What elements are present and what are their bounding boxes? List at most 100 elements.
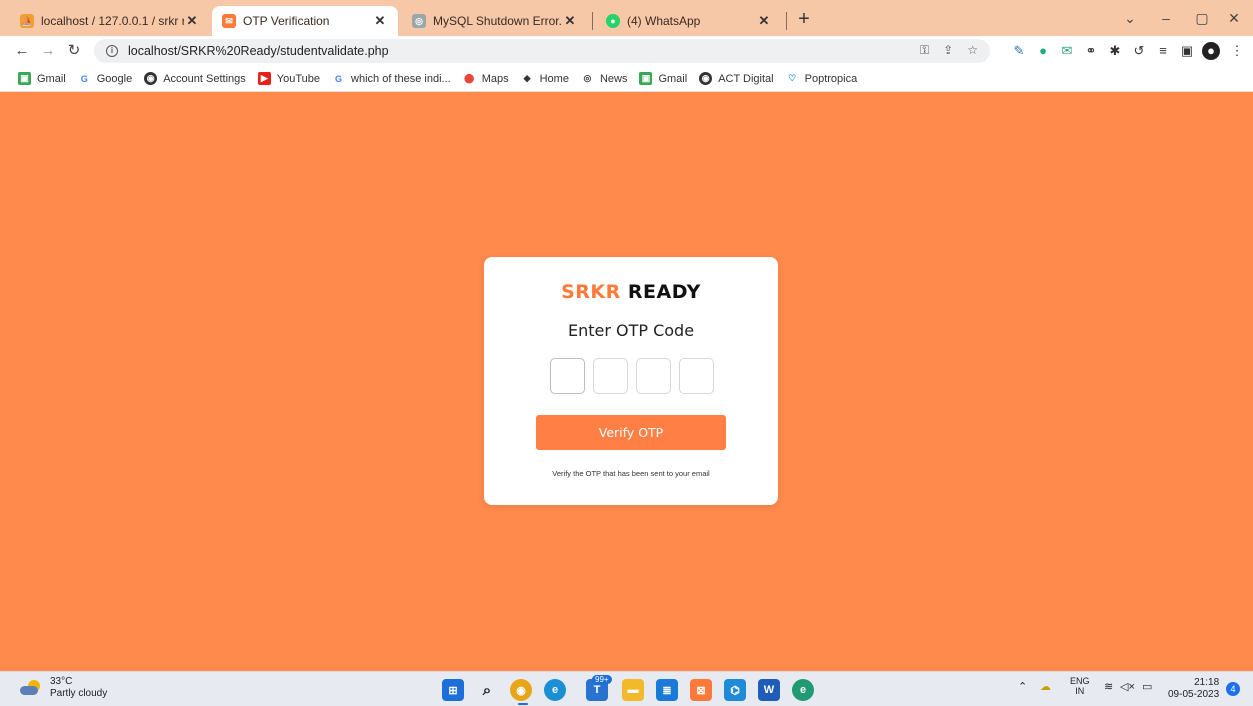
bookmark-gmail[interactable]: ▣ Gmail [18,72,66,85]
otp-digit-3-input[interactable] [636,358,671,394]
reading-list-icon[interactable]: ≡ [1154,42,1172,60]
address-bar[interactable]: i localhost/SRKR%20Ready/studentvalidate… [94,39,990,63]
battery-icon[interactable]: ▭ [1142,680,1152,693]
file-explorer-icon[interactable]: ▬ [622,679,644,701]
search-icon[interactable]: ⌕ [476,679,498,701]
phpmyadmin-icon: ⛵ [20,14,34,28]
tab-title: (4) WhatsApp [627,14,701,28]
bookmark-act-digital[interactable]: ◉ ACT Digital [699,72,774,85]
weather-widget[interactable]: 33°C Partly cloudy [20,676,107,700]
key-icon[interactable]: ⚿ [920,43,929,58]
close-icon[interactable]: ✕ [756,13,772,29]
tab-divider [592,12,593,30]
language-indicator[interactable]: ENG IN [1070,676,1090,696]
globe-icon: ◉ [144,72,158,85]
onedrive-icon[interactable]: ☁ [1040,680,1051,693]
vscode-icon[interactable]: ⌬ [724,679,746,701]
helper-text: Verify the OTP that has been sent to you… [552,469,710,478]
bookmark-gmail-2[interactable]: ▣ Gmail [639,72,687,85]
volume-mute-icon[interactable]: ◁× [1120,680,1135,693]
otp-input-group [550,358,714,394]
windows-taskbar: 33°C Partly cloudy ⊞ ⌕ ◉ e T 99+ ▬ ≣ ⊠ ⌬… [0,671,1253,706]
tab-divider [786,12,787,30]
reload-button[interactable]: ↻ [62,39,86,63]
chrome-icon[interactable]: ◉ [510,679,532,701]
bookmark-google[interactable]: G Google [78,72,133,85]
tab-mysql-error[interactable]: ◎ MySQL Shutdown Error. ✕ [402,6,588,36]
minimize-button[interactable]: – [1148,6,1184,30]
otp-digit-4-input[interactable] [679,358,714,394]
tab-title: MySQL Shutdown Error. [433,14,562,28]
extension-grammarly-icon[interactable]: ● [1034,42,1052,60]
youtube-icon: ▶ [257,72,271,85]
verify-otp-button[interactable]: Verify OTP [536,415,726,450]
brand-part2: READY [627,281,701,303]
edge-icon[interactable]: e [544,679,566,701]
otp-digit-2-input[interactable] [593,358,628,394]
tab-otp-verification[interactable]: ✉ OTP Verification ✕ [212,6,398,36]
site-info-icon[interactable]: i [106,45,118,57]
bookmark-poptropica[interactable]: ♡ Poptropica [786,72,857,85]
forward-button[interactable]: → [36,39,60,63]
google-icon: G [335,73,343,84]
poptropica-icon: ♡ [788,73,797,83]
tab-search-icon[interactable]: ⌄ [1112,6,1148,30]
menu-kebab-icon[interactable]: ⋮ [1228,42,1246,60]
clock-date: 09-05-2023 [1168,689,1220,700]
bookmark-star-icon[interactable]: ☆ [967,43,978,58]
side-panel-icon[interactable]: ▣ [1178,42,1196,60]
home-icon: ◆ [523,73,531,83]
close-icon[interactable]: ✕ [184,13,200,29]
news-icon: ◎ [583,73,592,83]
partly-cloudy-icon [20,680,42,696]
bookmark-maps[interactable]: ⬤ Maps [463,72,508,85]
notification-badge: 99+ [592,675,612,684]
brand-logo: SRKR READY [484,281,778,303]
extensions-puzzle-icon[interactable]: ✱ [1106,42,1124,60]
bookmarks-bar: ▣ Gmail G Google ◉ Account Settings ▶ YouTub… [0,66,1253,92]
page-title: Enter OTP Code [567,321,695,340]
back-button[interactable]: ← [10,39,34,63]
notepad-icon[interactable]: ≣ [656,679,678,701]
share-icon[interactable]: ⇪ [943,43,953,58]
extension-pen-icon[interactable]: ✎ [1010,42,1028,60]
new-tab-button[interactable]: + [792,8,816,32]
wifi-icon[interactable]: ≋ [1104,680,1113,693]
windows-start-icon[interactable]: ⊞ [442,679,464,701]
word-icon[interactable]: W [758,679,780,701]
xampp-icon[interactable]: ⊠ [690,679,712,701]
omnibox-actions: ⚿ ⇪ ☆ [920,43,978,58]
otp-digit-1-input[interactable] [550,358,585,394]
google-icon: G [80,73,88,84]
active-app-indicator [518,703,528,705]
restore-button[interactable]: ▢ [1184,6,1220,30]
bookmark-home[interactable]: ◆ Home [521,72,569,85]
bookmark-account-settings[interactable]: ◉ Account Settings [144,72,246,85]
close-window-button[interactable]: ✕ [1216,6,1252,30]
tab-title: localhost / 127.0.0.1 / srkr ready [41,14,184,28]
tab-phpmyadmin[interactable]: ⛵ localhost / 127.0.0.1 / srkr ready ✕ [10,6,210,36]
gmail-icon: ▣ [639,72,653,85]
tab-title: OTP Verification [243,14,330,28]
extension-link-icon[interactable]: ⚭ [1082,42,1100,60]
extension-refresh-icon[interactable]: ↺ [1130,42,1148,60]
edge-dev-icon[interactable]: e [792,679,814,701]
url-text[interactable]: localhost/SRKR%20Ready/studentvalidate.p… [128,44,389,58]
notification-count-badge[interactable]: 4 [1226,682,1240,696]
brand-part1: SRKR [561,281,621,303]
weather-condition: Partly cloudy [50,688,108,699]
show-hidden-icons-icon[interactable]: ⌃ [1018,680,1027,693]
tab-whatsapp[interactable]: ● (4) WhatsApp ✕ [596,6,782,36]
browser-tab-strip: ⛵ localhost / 127.0.0.1 / srkr ready ✕ ✉… [0,0,1253,36]
extension-mail-icon[interactable]: ✉ [1058,42,1076,60]
system-clock[interactable]: 21:18 09-05-2023 [1168,677,1219,701]
bookmark-which-of-these[interactable]: Gwhich of these indi... [332,72,451,85]
bookmark-youtube[interactable]: ▶ YouTube [257,72,320,85]
close-icon[interactable]: ✕ [562,13,578,29]
maps-icon: ⬤ [464,73,475,83]
profile-avatar-icon[interactable]: ● [1202,42,1220,60]
globe-icon: ◉ [699,72,713,85]
gmail-icon: ▣ [18,72,31,85]
close-icon[interactable]: ✕ [372,13,388,29]
bookmark-news[interactable]: ◎ News [581,72,628,85]
